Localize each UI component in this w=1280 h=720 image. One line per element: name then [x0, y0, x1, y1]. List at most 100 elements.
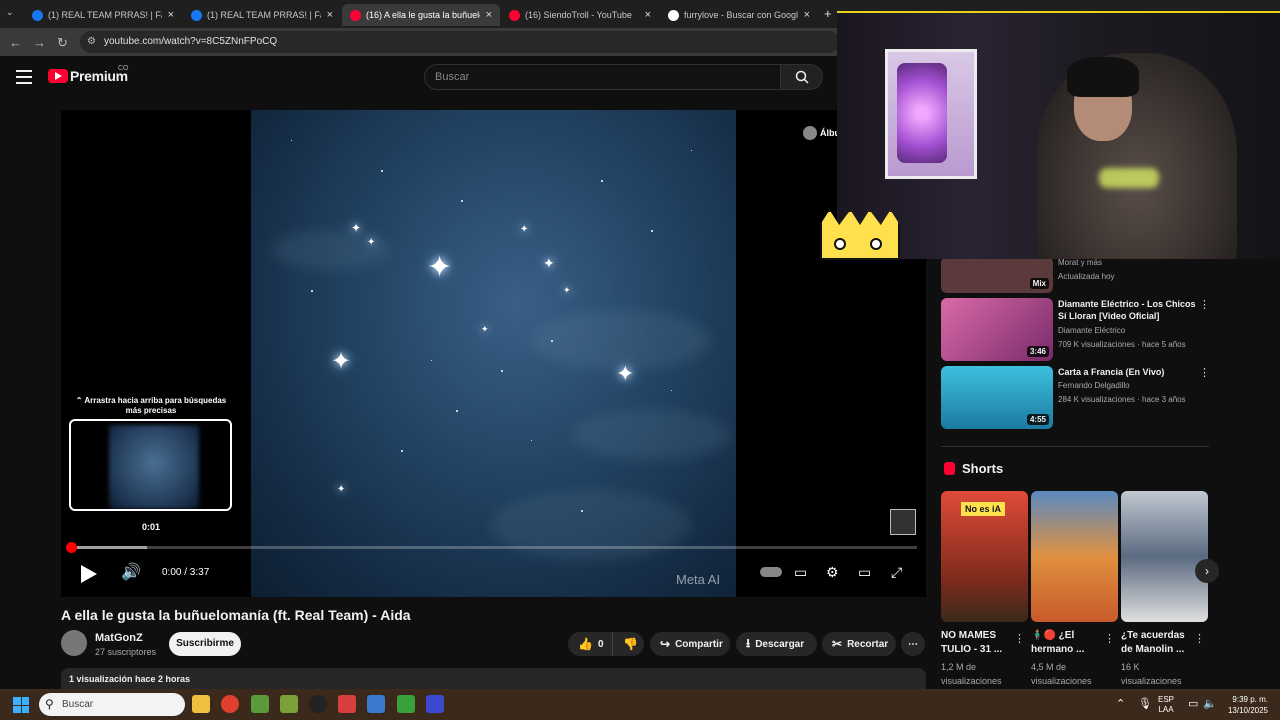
minecraft-icon[interactable]: [251, 695, 269, 713]
shorts-icon: [944, 462, 955, 475]
app-icon[interactable]: [338, 695, 356, 713]
tab-close-icon[interactable]: ×: [645, 9, 651, 21]
album-label[interactable]: Álbu: [803, 126, 840, 140]
download-label: Descargar: [755, 638, 805, 650]
language-indicator[interactable]: ESP LAA: [1158, 695, 1174, 715]
more-vert-icon[interactable]: ⋮: [1194, 632, 1205, 645]
taskbar-search[interactable]: ⚲ Buscar: [39, 693, 185, 716]
short-title[interactable]: NO MAMES TULIO - 31 ...: [941, 629, 1017, 657]
settings-icon[interactable]: ⚙: [826, 564, 839, 581]
launcher-icon[interactable]: [397, 695, 415, 713]
short-title[interactable]: 🧍🏽‍♂️🔴 ¿El hermano ...: [1031, 629, 1107, 657]
share-button[interactable]: ↪ Compartir: [650, 632, 730, 656]
more-actions-button[interactable]: ⋯: [901, 632, 925, 656]
windows-start-icon[interactable]: [13, 697, 29, 713]
progress-bar[interactable]: [69, 546, 917, 549]
recommendation-thumbnail[interactable]: 4:55: [941, 366, 1053, 429]
site-info-icon[interactable]: ⚙: [87, 36, 96, 47]
streamer-beanie: [1067, 57, 1139, 97]
menu-icon[interactable]: [16, 70, 32, 84]
short-thumbnail[interactable]: No es iA: [941, 491, 1028, 622]
clock[interactable]: 9:39 p. m. 13/10/2025: [1222, 694, 1268, 716]
back-icon[interactable]: ←: [9, 35, 22, 50]
more-vert-icon[interactable]: ⋮: [1014, 632, 1025, 645]
fullscreen-icon[interactable]: ⤢: [891, 564, 902, 581]
streamer-webcam-overlay: [837, 11, 1280, 259]
clock-time: 9:39 p. m.: [1232, 695, 1268, 704]
game-icon[interactable]: [280, 695, 298, 713]
calculator-icon[interactable]: [367, 695, 385, 713]
recommendation-thumbnail[interactable]: Mix: [941, 257, 1053, 293]
file-explorer-icon[interactable]: [192, 695, 210, 713]
short-badge: No es iA: [961, 502, 1006, 516]
facebook-icon: [191, 9, 202, 21]
recommendation-thumbnail[interactable]: 3:46: [941, 298, 1053, 361]
thumbs-down-icon: 👎: [623, 637, 638, 651]
subscribe-button[interactable]: Suscribirme: [169, 632, 241, 656]
tab-close-icon[interactable]: ×: [168, 9, 174, 21]
channel-name[interactable]: MatGonZ: [95, 632, 143, 644]
recommendation-meta: Actualizada hoy: [1058, 272, 1115, 281]
search-input[interactable]: Buscar: [424, 64, 781, 90]
search-button[interactable]: [781, 64, 823, 90]
recommendation-channel[interactable]: Diamante Eléctrico: [1058, 326, 1125, 335]
play-icon[interactable]: [81, 565, 97, 583]
forward-icon[interactable]: →: [33, 35, 46, 50]
youtube-logo-icon[interactable]: [48, 69, 68, 83]
lang-line1: ESP: [1158, 695, 1175, 704]
google-icon: [668, 9, 679, 21]
more-vert-icon[interactable]: ⋮: [1104, 632, 1115, 645]
clip-button[interactable]: ✂ Recortar: [822, 632, 896, 656]
more-vert-icon[interactable]: ⋮: [1199, 298, 1210, 311]
like-button[interactable]: 👍 0: [568, 632, 612, 656]
search-icon: [795, 70, 809, 84]
microphone-icon[interactable]: 🎙: [1138, 697, 1152, 710]
tab-close-icon[interactable]: ×: [804, 9, 810, 21]
vscode-icon[interactable]: [426, 695, 444, 713]
recommendation-title[interactable]: Carta a Francia (En Vivo): [1058, 366, 1198, 378]
channel-watermark-icon[interactable]: [890, 509, 916, 535]
shorts-next-button[interactable]: ›: [1195, 559, 1219, 583]
video-frame-starry-sky: ✦ ✦ ✦ ✦ ✦ ✦ ✦ ✦ ✦ ✦: [251, 110, 736, 597]
download-button[interactable]: ⭳ Descargar: [736, 632, 817, 656]
channel-avatar[interactable]: [61, 630, 87, 656]
subtitles-icon[interactable]: ▭: [794, 564, 807, 581]
recommendation-item[interactable]: 3:46 Diamante Eléctrico - Los Chicos Sí …: [941, 298, 1211, 361]
recommendation-item[interactable]: 4:55 Carta a Francia (En Vivo) Fernando …: [941, 366, 1211, 429]
new-tab-button[interactable]: +: [824, 6, 832, 21]
short-thumbnail[interactable]: [1031, 491, 1118, 622]
reload-icon[interactable]: ↻: [57, 35, 68, 51]
logitech-icon[interactable]: [309, 695, 327, 713]
more-vert-icon[interactable]: ⋮: [1199, 366, 1210, 379]
speaker-icon[interactable]: 🔈: [1203, 697, 1217, 710]
short-thumbnail[interactable]: [1121, 491, 1208, 622]
browser-tab-1[interactable]: (1) REAL TEAM PRRAS! | Facebook ×: [24, 4, 182, 26]
tab-close-icon[interactable]: ×: [486, 9, 492, 21]
video-duration: 4:55: [1026, 414, 1049, 425]
chrome-icon[interactable]: [221, 695, 239, 713]
volume-icon[interactable]: 🔊: [121, 562, 141, 582]
browser-tab-5[interactable]: furrylove - Buscar con Google ×: [660, 4, 818, 26]
video-duration: 3:46: [1026, 346, 1049, 357]
chevron-up-icon[interactable]: ⌃: [1116, 697, 1125, 710]
share-icon: ↪: [660, 637, 671, 651]
recommendation-title[interactable]: Diamante Eléctrico - Los Chicos Sí Llora…: [1058, 298, 1198, 322]
browser-tab-3-active[interactable]: (16) A ella le gusta la buñuelomanía ×: [342, 4, 500, 26]
tab-close-icon[interactable]: ×: [327, 9, 333, 21]
url-field[interactable]: ⚙ youtube.com/watch?v=8C5ZNnFPoCQ: [80, 31, 840, 53]
section-divider: [941, 446, 1209, 447]
theater-mode-icon[interactable]: ▭: [858, 564, 871, 581]
windows-taskbar: ⚲ Buscar ⌃ 🎙 ESP LAA ▭ 🔈 9:39 p. m. 13/1…: [0, 689, 1280, 720]
short-views: 4,5 M de visualizaciones: [1031, 662, 1092, 686]
autoplay-toggle-icon[interactable]: [760, 567, 782, 577]
browser-tab-2[interactable]: (1) REAL TEAM PRRAS! | Facebook ×: [183, 4, 341, 26]
video-player[interactable]: ✦ ✦ ✦ ✦ ✦ ✦ ✦ ✦ ✦ ✦ Meta AI Álbu ⌃ Arras…: [61, 110, 926, 597]
recommendation-channel[interactable]: Fernando Delgadillo: [1058, 381, 1130, 390]
network-icon[interactable]: ▭: [1188, 697, 1198, 710]
tab-search-button[interactable]: ⌄: [6, 7, 14, 18]
short-title[interactable]: ¿Te acuerdas de Manolin ...: [1121, 629, 1197, 657]
browser-tab-4[interactable]: (16) SiendoTroll - YouTube ×: [501, 4, 659, 26]
progress-scrubber-handle[interactable]: [66, 542, 77, 553]
youtube-icon: [350, 9, 361, 21]
dislike-button[interactable]: 👎: [612, 632, 644, 656]
